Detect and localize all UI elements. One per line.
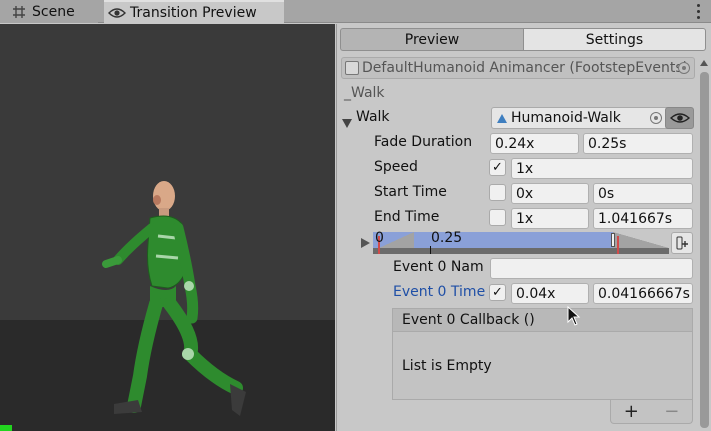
add-callback-button[interactable]: + bbox=[624, 401, 639, 422]
preview-tab-button[interactable]: Preview bbox=[340, 28, 524, 51]
mouse-cursor-icon bbox=[567, 306, 581, 326]
event-timeline[interactable]: 0 0.25 bbox=[373, 230, 669, 254]
status-indicator bbox=[0, 425, 12, 431]
timeline-expand-arrow-icon[interactable] bbox=[361, 238, 370, 248]
tab-scene-label: Scene bbox=[32, 3, 75, 20]
timeline-tick-label: 0.25 bbox=[431, 230, 463, 246]
event-time-seconds-field[interactable]: 0.04166667s bbox=[593, 283, 693, 304]
eye-icon bbox=[669, 113, 690, 123]
preview-viewport[interactable] bbox=[0, 24, 335, 431]
event-time-checkbox[interactable]: ✓ bbox=[489, 284, 506, 301]
walk-label: Walk bbox=[356, 109, 390, 125]
transition-inspector: Preview Settings DefaultHumanoid Animanc… bbox=[336, 24, 706, 431]
checkmark-icon: ✓ bbox=[492, 160, 503, 175]
scrollbar-thumb[interactable] bbox=[700, 72, 709, 428]
kebab-menu-icon[interactable] bbox=[693, 2, 703, 20]
checkmark-icon: ✓ bbox=[492, 285, 503, 300]
animation-clip-field[interactable]: Humanoid-Walk bbox=[491, 107, 691, 129]
start-time-normalized-field[interactable]: 0x bbox=[511, 183, 589, 204]
transition-name-label: _Walk bbox=[344, 85, 385, 101]
event-callback-list: List is Empty bbox=[392, 332, 693, 400]
end-time-seconds-field[interactable]: 1.041667s bbox=[593, 208, 693, 229]
animation-clip-icon bbox=[496, 112, 508, 124]
event-time-normalized-field[interactable]: 0.04x bbox=[511, 283, 589, 304]
scroll-up-arrow-icon[interactable] bbox=[700, 60, 708, 66]
tab-transition-label: Transition Preview bbox=[130, 4, 257, 21]
window-tab-bar: Scene Transition Preview bbox=[0, 0, 711, 23]
end-time-checkbox[interactable] bbox=[489, 209, 506, 226]
event-handle[interactable] bbox=[611, 233, 615, 247]
animancer-object-value: DefaultHumanoid Animancer (FootstepEvent… bbox=[362, 60, 689, 76]
fade-in-ramp bbox=[379, 232, 414, 248]
end-marker bbox=[617, 236, 619, 254]
event-name-label: Event 0 Nam bbox=[393, 259, 484, 275]
tab-transition-preview[interactable]: Transition Preview bbox=[104, 0, 284, 23]
animancer-object-field[interactable]: DefaultHumanoid Animancer (FootstepEvent… bbox=[341, 57, 695, 79]
fade-duration-normalized-field[interactable]: 0.24x bbox=[490, 133, 579, 154]
speed-checkbox[interactable]: ✓ bbox=[489, 159, 506, 176]
preview-settings-toggle: Preview Settings bbox=[340, 28, 707, 51]
event-name-field[interactable] bbox=[490, 258, 693, 279]
preview-eye-button[interactable] bbox=[665, 107, 694, 129]
remove-callback-button[interactable]: − bbox=[664, 401, 679, 422]
grid-hash-icon bbox=[10, 4, 28, 20]
end-time-normalized-field[interactable]: 1x bbox=[511, 208, 589, 229]
fade-out-ramp bbox=[613, 232, 669, 248]
start-time-label: Start Time bbox=[374, 184, 447, 200]
add-event-icon bbox=[676, 236, 688, 250]
speed-field[interactable]: 1x bbox=[511, 158, 693, 179]
fade-duration-label: Fade Duration bbox=[374, 134, 473, 150]
timeline-start-label: 0 bbox=[375, 230, 384, 246]
eye-icon bbox=[108, 5, 126, 21]
start-time-checkbox[interactable] bbox=[489, 184, 506, 201]
start-time-seconds-field[interactable]: 0s bbox=[593, 183, 693, 204]
end-time-label: End Time bbox=[374, 209, 440, 225]
speed-label: Speed bbox=[374, 159, 418, 175]
script-object-icon bbox=[345, 61, 359, 75]
empty-list-text: List is Empty bbox=[402, 357, 492, 374]
inspector-scrollbar[interactable] bbox=[698, 58, 711, 431]
animation-clip-value: Humanoid-Walk bbox=[511, 110, 621, 126]
add-event-button[interactable] bbox=[671, 232, 693, 254]
foldout-arrow-icon[interactable] bbox=[342, 119, 352, 128]
clip-picker-icon[interactable] bbox=[650, 112, 662, 124]
event-callback-header: Event 0 Callback () bbox=[392, 308, 693, 332]
object-picker-icon[interactable] bbox=[678, 62, 690, 74]
tab-scene[interactable]: Scene bbox=[0, 0, 98, 23]
fade-duration-seconds-field[interactable]: 0.25s bbox=[583, 133, 693, 154]
settings-tab-button[interactable]: Settings bbox=[524, 28, 706, 51]
callback-list-footer: + − bbox=[610, 400, 693, 424]
humanoid-character bbox=[102, 181, 246, 416]
event-time-label: Event 0 Time bbox=[393, 284, 486, 300]
